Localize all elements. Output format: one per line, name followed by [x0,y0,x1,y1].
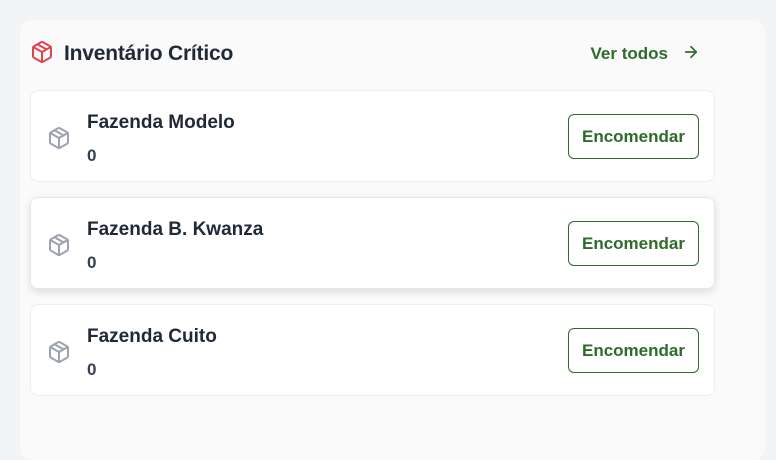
list-item: Fazenda B. Kwanza 0 Encomendar [30,197,715,289]
arrow-right-icon [682,43,700,66]
item-name: Fazenda B. Kwanza [87,219,264,240]
list-item: Fazenda Modelo 0 Encomendar [30,90,715,182]
package-icon [47,340,71,369]
item-name: Fazenda Modelo [87,112,235,133]
package-icon [47,126,71,155]
package-icon [47,233,71,262]
card-title: Inventário Crítico [64,42,234,65]
order-button[interactable]: Encomendar [568,221,699,266]
list-item: Fazenda Cuito 0 Encomendar [30,304,715,396]
item-quantity: 0 [87,360,97,379]
package-icon [30,40,54,69]
item-quantity: 0 [87,253,97,272]
view-all-label: Ver todos [590,44,668,63]
title-group: Inventário Crítico [30,40,233,69]
item-quantity: 0 [87,146,97,165]
view-all-link[interactable]: Ver todos [591,43,700,66]
inventory-list: Fazenda Modelo 0 Encomendar Fazenda B. K… [30,90,715,411]
card-header: Inventário Crítico Ver todos [30,38,700,70]
item-name: Fazenda Cuito [87,326,217,347]
order-button[interactable]: Encomendar [568,114,699,159]
order-button[interactable]: Encomendar [568,328,699,373]
